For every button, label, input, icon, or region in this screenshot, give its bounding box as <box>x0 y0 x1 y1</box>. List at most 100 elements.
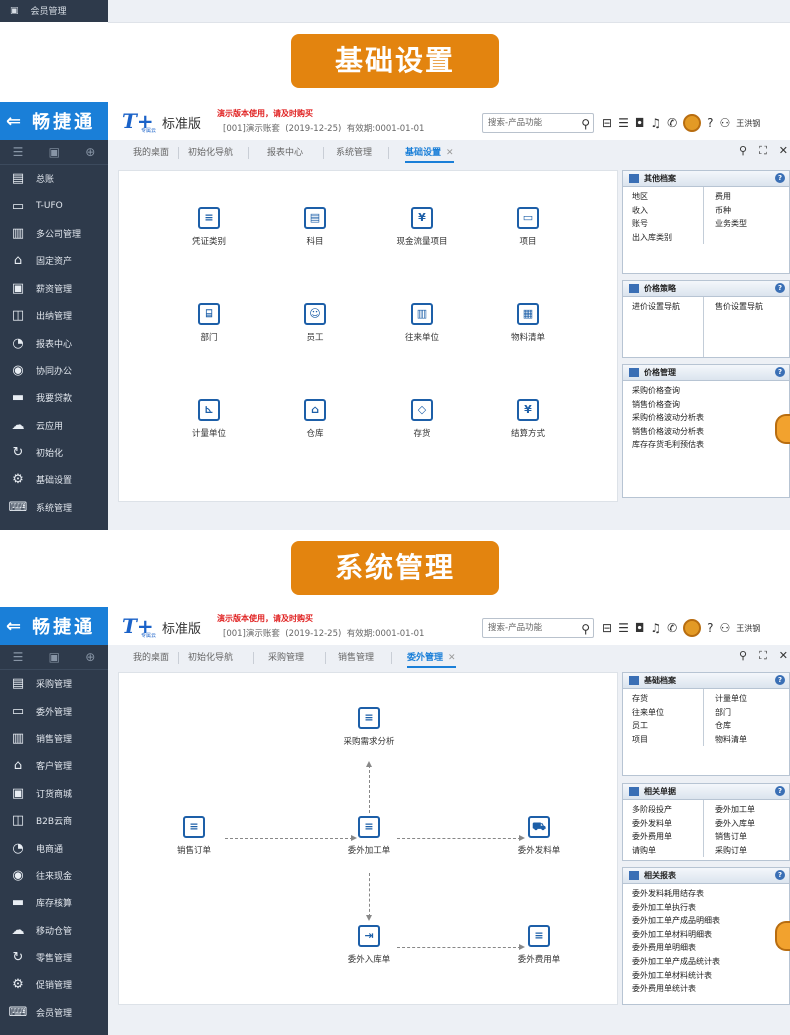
link-item[interactable]: 委外发料耗用结存表 <box>632 887 789 901</box>
tile-employee[interactable]: ☺ 员工 <box>280 303 350 343</box>
close-icon[interactable]: ✕ <box>446 148 454 158</box>
sidebar-item[interactable]: ▤ 采购管理 <box>0 670 108 697</box>
link-item[interactable]: 销售订单 <box>715 830 789 844</box>
link-item[interactable]: 员工 <box>632 719 706 733</box>
help-icon[interactable]: ? <box>775 283 785 293</box>
help-icon[interactable]: ? <box>707 116 713 130</box>
message-icon[interactable]: ◘ <box>635 621 645 635</box>
sidebar-item[interactable]: ↻ 初始化 <box>0 439 108 466</box>
menu-icon[interactable]: ☰ <box>13 650 24 664</box>
link-item[interactable]: 业务类型 <box>715 217 789 231</box>
tab-system-mgmt[interactable]: 系统管理 <box>336 145 372 158</box>
phone-icon[interactable]: ✆ <box>667 621 677 635</box>
menu-icon[interactable]: ☰ <box>13 145 24 159</box>
sidebar-item[interactable]: ▣ 订货商城 <box>0 780 108 807</box>
add-icon[interactable]: ⊕ <box>85 145 95 159</box>
sidebar-item[interactable]: ↻ 零售管理 <box>0 944 108 971</box>
link-item[interactable]: 收入 <box>632 204 706 218</box>
sidebar-item[interactable]: ◔ 报表中心 <box>0 329 108 356</box>
tab-desktop[interactable]: 我的桌面 <box>133 145 169 158</box>
sidebar-item[interactable]: ▤ 总账 <box>0 165 108 192</box>
link-item[interactable]: 进价设置导航 <box>632 300 706 314</box>
search-input[interactable]: 搜索-产品功能 ⚲ <box>482 618 594 638</box>
sidebar-item[interactable]: ☁ 云应用 <box>0 412 108 439</box>
link-item[interactable]: 委外加工单材料明细表 <box>632 928 789 942</box>
close-icon[interactable]: ✕ <box>448 653 456 663</box>
link-item[interactable]: 委外发料单 <box>632 817 706 831</box>
link-item[interactable]: 部门 <box>715 706 789 720</box>
search-input[interactable]: 搜索-产品功能 ⚲ <box>482 113 594 133</box>
link-item[interactable]: 存货 <box>632 692 706 706</box>
close-icon[interactable]: ✕ <box>779 649 788 663</box>
print-icon[interactable]: ⊟ <box>602 621 612 635</box>
link-item[interactable]: 出入库类别 <box>632 231 706 245</box>
user-icon[interactable]: ⚇ <box>720 116 731 130</box>
help-icon[interactable]: ? <box>775 786 785 796</box>
tile-account[interactable]: ▤ 科目 <box>280 207 350 247</box>
mascot-icon[interactable] <box>775 921 790 951</box>
sidebar-item[interactable]: ▭ T-UFO <box>0 192 108 219</box>
help-icon[interactable]: ? <box>707 621 713 635</box>
fullscreen-icon[interactable]: ⛶ <box>759 144 767 158</box>
sidebar-item[interactable]: ▬ 库存核算 <box>0 889 108 916</box>
link-item[interactable]: 物料清单 <box>715 733 789 747</box>
tile-cashflow-item[interactable]: ¥ 现金流量项目 <box>387 207 457 247</box>
tab-purchase-mgmt[interactable]: 采购管理 <box>268 650 304 663</box>
flow-sales-order[interactable]: ≡ 销售订单 <box>159 816 229 856</box>
phone-icon[interactable]: ✆ <box>667 116 677 130</box>
link-item[interactable]: 地区 <box>632 190 706 204</box>
tile-unit[interactable]: ⊾ 计量单位 <box>174 399 244 439</box>
sidebar-item[interactable]: ◉ 往来现金 <box>0 862 108 889</box>
tab-outsourcing-mgmt[interactable]: 委外管理 ✕ <box>407 650 456 668</box>
add-icon[interactable]: ⊕ <box>85 650 95 664</box>
sidebar-item[interactable]: ◉ 协同办公 <box>0 357 108 384</box>
tab-init-nav[interactable]: 初始化导航 <box>188 145 233 158</box>
sidebar-item[interactable]: ⚙ 促销管理 <box>0 971 108 998</box>
message-icon[interactable]: ◘ <box>635 116 645 130</box>
link-item[interactable]: 库存存货毛利预估表 <box>632 438 789 452</box>
fullscreen-icon[interactable]: ⛶ <box>759 649 767 663</box>
tile-bom[interactable]: ▦ 物料清单 <box>493 303 563 343</box>
sidebar-item[interactable]: ⌨ 系统管理 <box>0 494 108 521</box>
demo-warning[interactable]: 演示版本使用，请及时购买 <box>217 108 313 119</box>
link-item[interactable]: 委外加工单产成品明细表 <box>632 914 789 928</box>
link-item[interactable]: 计量单位 <box>715 692 789 706</box>
assistant-icon[interactable] <box>683 619 702 637</box>
brand-logo[interactable]: ⇐ 畅捷通 <box>0 607 108 645</box>
sidebar-item[interactable]: ◔ 电商通 <box>0 834 108 861</box>
collapse-icon[interactable]: ▣ <box>49 650 60 664</box>
bell-icon[interactable]: ♫ <box>650 621 661 635</box>
link-item[interactable]: 币种 <box>715 204 789 218</box>
link-item[interactable]: 委外入库单 <box>715 817 789 831</box>
tab-basic-settings[interactable]: 基础设置 ✕ <box>405 145 454 163</box>
link-item[interactable]: 采购订单 <box>715 844 789 858</box>
sidebar-item[interactable]: ▥ 多公司管理 <box>0 220 108 247</box>
tab-report-center[interactable]: 报表中心 <box>267 145 303 158</box>
user-icon[interactable]: ⚇ <box>720 621 731 635</box>
link-item[interactable]: 采购价格查询 <box>632 384 789 398</box>
sidebar-item[interactable]: ⌂ 客户管理 <box>0 752 108 779</box>
tile-partner[interactable]: ▥ 往来单位 <box>387 303 457 343</box>
link-item[interactable]: 委外加工单执行表 <box>632 901 789 915</box>
flow-receipt[interactable]: ⇥ 委外入库单 <box>334 925 404 965</box>
link-item[interactable]: 委外费用单统计表 <box>632 982 789 996</box>
link-item[interactable]: 采购价格波动分析表 <box>632 411 789 425</box>
link-item[interactable]: 请购单 <box>632 844 706 858</box>
sidebar-item[interactable]: ◫ 出纳管理 <box>0 302 108 329</box>
sidebar-item[interactable]: ▥ 销售管理 <box>0 725 108 752</box>
brand-logo[interactable]: ⇐ 畅捷通 <box>0 102 108 140</box>
close-icon[interactable]: ✕ <box>779 144 788 158</box>
demo-warning[interactable]: 演示版本使用，请及时购买 <box>217 613 313 624</box>
link-item[interactable]: 销售价格查询 <box>632 398 789 412</box>
search-icon[interactable]: ⚲ <box>739 649 747 663</box>
todo-icon[interactable]: ☰ <box>618 116 629 130</box>
flow-process-order[interactable]: ≡ 委外加工单 <box>334 816 404 856</box>
help-icon[interactable]: ? <box>775 367 785 377</box>
search-icon[interactable]: ⚲ <box>581 620 590 638</box>
tab-init-nav[interactable]: 初始化导航 <box>188 650 233 663</box>
bell-icon[interactable]: ♫ <box>650 116 661 130</box>
link-item[interactable]: 委外加工单产成品统计表 <box>632 955 789 969</box>
link-item[interactable]: 委外加工单 <box>715 803 789 817</box>
link-item[interactable]: 销售价格波动分析表 <box>632 425 789 439</box>
assistant-icon[interactable] <box>683 114 702 132</box>
